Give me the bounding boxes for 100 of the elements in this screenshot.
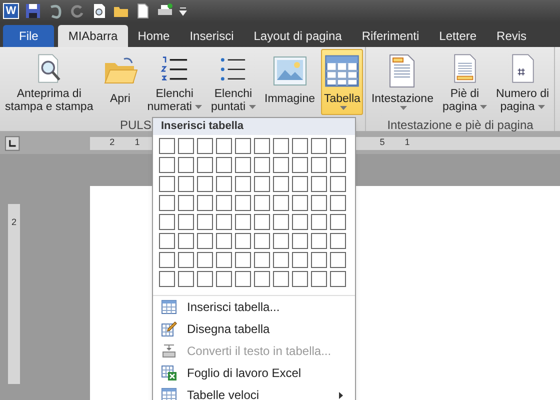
grid-cell[interactable]	[254, 157, 270, 173]
grid-cell[interactable]	[273, 252, 289, 268]
grid-cell[interactable]	[235, 195, 251, 211]
grid-cell[interactable]	[311, 214, 327, 230]
grid-cell[interactable]	[178, 214, 194, 230]
grid-cell[interactable]	[159, 233, 175, 249]
grid-cell[interactable]	[273, 214, 289, 230]
grid-cell[interactable]	[292, 252, 308, 268]
ribbon-button[interactable]: Elenchi puntati	[208, 49, 258, 115]
grid-cell[interactable]	[197, 138, 213, 154]
tab-stop-icon[interactable]	[5, 136, 20, 150]
grid-cell[interactable]	[330, 157, 346, 173]
grid-cell[interactable]	[292, 176, 308, 192]
grid-cell[interactable]	[197, 252, 213, 268]
grid-cell[interactable]	[216, 176, 232, 192]
grid-cell[interactable]	[197, 195, 213, 211]
grid-cell[interactable]	[178, 157, 194, 173]
grid-cell[interactable]	[159, 176, 175, 192]
grid-cell[interactable]	[235, 176, 251, 192]
grid-cell[interactable]	[254, 271, 270, 287]
grid-cell[interactable]	[292, 271, 308, 287]
menu-item[interactable]: Foglio di lavoro Excel	[153, 362, 355, 384]
grid-cell[interactable]	[292, 214, 308, 230]
ribbon-tab[interactable]: Lettere	[429, 25, 487, 47]
grid-cell[interactable]	[311, 195, 327, 211]
grid-cell[interactable]	[216, 271, 232, 287]
ribbon-button[interactable]: Elenchi numerati	[144, 49, 205, 115]
grid-cell[interactable]	[159, 157, 175, 173]
grid-cell[interactable]	[330, 176, 346, 192]
menu-item[interactable]: Inserisci tabella...	[153, 296, 355, 318]
grid-cell[interactable]	[292, 138, 308, 154]
ribbon-button[interactable]: Tabella	[321, 49, 364, 115]
grid-cell[interactable]	[216, 195, 232, 211]
grid-cell[interactable]	[311, 157, 327, 173]
grid-cell[interactable]	[273, 233, 289, 249]
grid-cell[interactable]	[159, 138, 175, 154]
grid-cell[interactable]	[273, 271, 289, 287]
grid-cell[interactable]	[235, 214, 251, 230]
grid-cell[interactable]	[311, 176, 327, 192]
grid-cell[interactable]	[311, 252, 327, 268]
ribbon-tab[interactable]: Riferimenti	[352, 25, 430, 47]
menu-item[interactable]: Tabelle veloci	[153, 384, 355, 400]
app-logo[interactable]: W	[3, 3, 19, 19]
grid-cell[interactable]	[197, 214, 213, 230]
grid-cell[interactable]	[273, 157, 289, 173]
ribbon-button[interactable]: Anteprima di stampa e stampa	[2, 49, 96, 115]
save-icon[interactable]	[25, 3, 41, 19]
grid-cell[interactable]	[235, 252, 251, 268]
grid-cell[interactable]	[311, 271, 327, 287]
ribbon-tab[interactable]: MIAbarra	[58, 25, 128, 47]
grid-cell[interactable]	[330, 195, 346, 211]
grid-cell[interactable]	[273, 138, 289, 154]
grid-cell[interactable]	[178, 195, 194, 211]
new-page-icon[interactable]	[135, 3, 151, 19]
print-preview-icon[interactable]	[91, 3, 107, 19]
grid-cell[interactable]	[254, 214, 270, 230]
grid-cell[interactable]	[330, 233, 346, 249]
redo-icon[interactable]	[69, 3, 85, 19]
grid-cell[interactable]	[254, 138, 270, 154]
grid-cell[interactable]	[292, 233, 308, 249]
grid-cell[interactable]	[273, 195, 289, 211]
grid-cell[interactable]	[254, 195, 270, 211]
menu-item[interactable]: Disegna tabella	[153, 318, 355, 340]
grid-cell[interactable]	[235, 233, 251, 249]
ribbon-tab[interactable]: Inserisci	[180, 25, 244, 47]
ribbon-tab[interactable]: Home	[128, 25, 180, 47]
grid-cell[interactable]	[159, 195, 175, 211]
grid-cell[interactable]	[159, 252, 175, 268]
ribbon-button[interactable]: Intestazione	[368, 49, 436, 115]
grid-cell[interactable]	[159, 271, 175, 287]
grid-cell[interactable]	[330, 214, 346, 230]
grid-cell[interactable]	[273, 176, 289, 192]
ribbon-tab[interactable]: Layout di pagina	[244, 25, 352, 47]
grid-cell[interactable]	[178, 271, 194, 287]
grid-cell[interactable]	[159, 214, 175, 230]
grid-cell[interactable]	[197, 176, 213, 192]
grid-cell[interactable]	[292, 195, 308, 211]
grid-cell[interactable]	[311, 138, 327, 154]
grid-cell[interactable]	[178, 138, 194, 154]
grid-cell[interactable]	[216, 233, 232, 249]
grid-cell[interactable]	[311, 233, 327, 249]
grid-cell[interactable]	[216, 214, 232, 230]
grid-cell[interactable]	[330, 252, 346, 268]
grid-cell[interactable]	[235, 157, 251, 173]
grid-cell[interactable]	[178, 233, 194, 249]
grid-cell[interactable]	[292, 157, 308, 173]
grid-cell[interactable]	[235, 271, 251, 287]
grid-cell[interactable]	[197, 233, 213, 249]
grid-cell[interactable]	[254, 252, 270, 268]
grid-cell[interactable]	[197, 157, 213, 173]
ribbon-button[interactable]: Numero di pagina	[493, 49, 552, 115]
grid-cell[interactable]	[235, 138, 251, 154]
grid-cell[interactable]	[178, 176, 194, 192]
grid-cell[interactable]	[254, 233, 270, 249]
grid-cell[interactable]	[330, 138, 346, 154]
grid-cell[interactable]	[197, 271, 213, 287]
ribbon-tab[interactable]: Revis	[486, 25, 537, 47]
grid-cell[interactable]	[216, 157, 232, 173]
ribbon-button[interactable]: Immagine	[262, 49, 318, 115]
grid-cell[interactable]	[330, 271, 346, 287]
